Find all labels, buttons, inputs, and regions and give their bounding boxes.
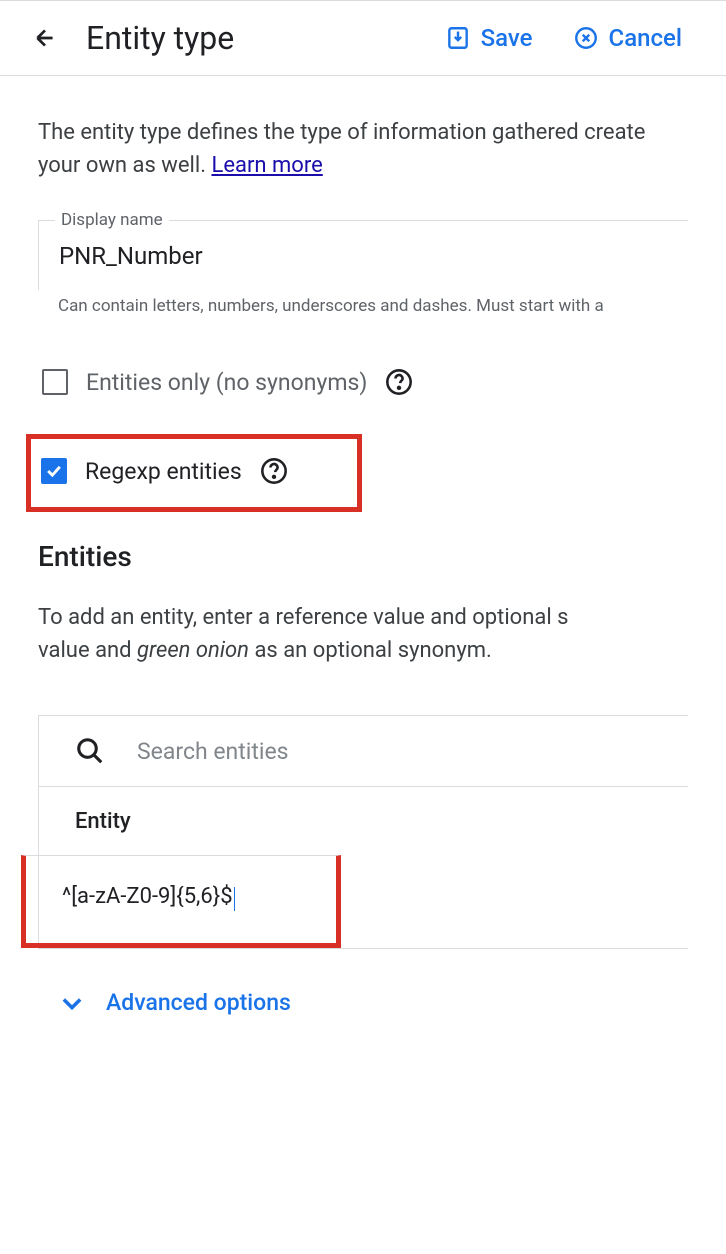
entity-row-highlight[interactable]: ^[a-zA-Z0-9]{5,6}$ bbox=[21, 855, 341, 948]
chevron-down-icon bbox=[58, 989, 86, 1017]
page-title: Entity type bbox=[86, 19, 234, 57]
advanced-options-toggle[interactable]: Advanced options bbox=[38, 949, 688, 1025]
description-text: The entity type defines the type of info… bbox=[38, 116, 688, 182]
help-icon bbox=[385, 368, 413, 396]
entities-title: Entities bbox=[38, 540, 688, 573]
display-name-hint: Can contain letters, numbers, underscore… bbox=[38, 296, 688, 316]
search-icon bbox=[75, 736, 105, 766]
entities-table: Entity ^[a-zA-Z0-9]{5,6}$ bbox=[38, 715, 688, 949]
entities-only-row: Entities only (no synonyms) bbox=[38, 360, 688, 404]
entities-description: To add an entity, enter a reference valu… bbox=[38, 601, 688, 667]
entities-only-checkbox[interactable] bbox=[42, 369, 68, 395]
cancel-icon bbox=[573, 25, 599, 51]
back-button[interactable] bbox=[24, 17, 66, 59]
display-name-input[interactable] bbox=[59, 242, 668, 270]
entities-only-help[interactable] bbox=[385, 368, 413, 396]
display-name-field: Display name bbox=[38, 220, 688, 290]
advanced-options-label: Advanced options bbox=[106, 989, 291, 1016]
save-button[interactable]: Save bbox=[445, 24, 533, 52]
regexp-highlight: Regexp entities bbox=[26, 434, 362, 512]
content-area: The entity type defines the type of info… bbox=[0, 76, 726, 1049]
save-icon bbox=[445, 25, 471, 51]
regexp-label: Regexp entities bbox=[85, 458, 242, 485]
learn-more-link[interactable]: Learn more bbox=[211, 153, 322, 178]
help-icon bbox=[260, 457, 288, 485]
regexp-checkbox[interactable] bbox=[41, 458, 67, 484]
entities-only-label: Entities only (no synonyms) bbox=[86, 369, 367, 396]
search-row bbox=[39, 716, 688, 787]
entity-value: ^[a-zA-Z0-9]{5,6}$ bbox=[62, 884, 233, 909]
text-cursor bbox=[234, 887, 235, 911]
display-name-label: Display name bbox=[55, 210, 169, 230]
search-input[interactable] bbox=[137, 738, 652, 765]
cancel-button[interactable]: Cancel bbox=[573, 24, 682, 52]
arrow-left-icon bbox=[32, 25, 58, 51]
table-column-header: Entity bbox=[39, 787, 688, 856]
page-header: Entity type Save Cancel bbox=[0, 0, 726, 76]
header-actions: Save Cancel bbox=[445, 24, 702, 52]
checkmark-icon bbox=[44, 461, 64, 481]
save-label: Save bbox=[481, 24, 533, 52]
regexp-help[interactable] bbox=[260, 457, 288, 485]
cancel-label: Cancel bbox=[609, 24, 682, 52]
